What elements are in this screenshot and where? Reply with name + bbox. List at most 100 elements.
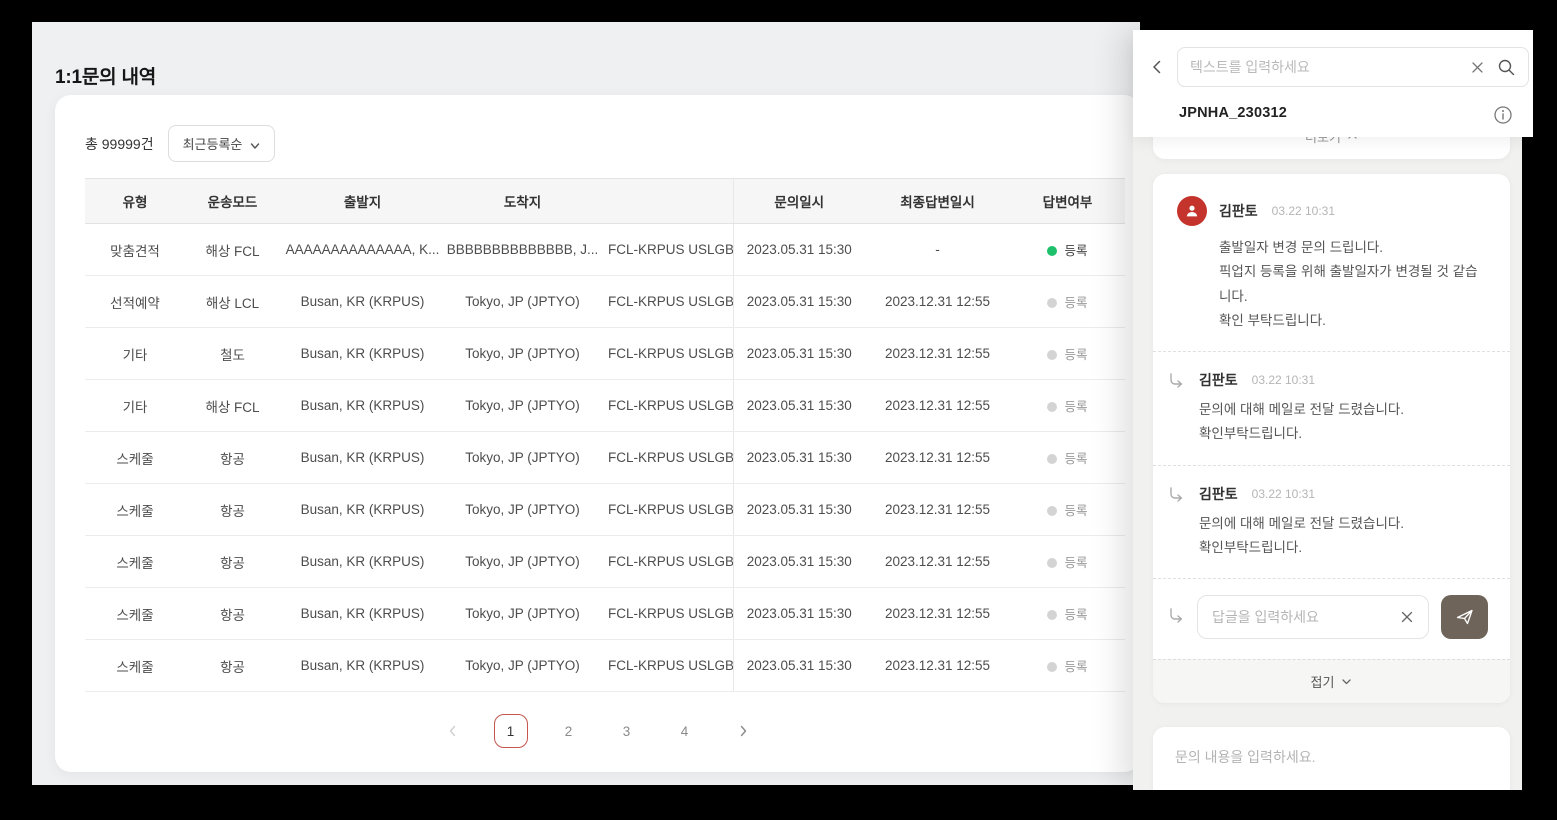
inquiry-list-card: 총 99999건 최근등록순 유형 운송모드 출발지 [55,95,1140,772]
cell-inquiry-date: 2023.05.31 15:30 [733,432,865,484]
cell-origin: Busan, KR (KRPUS) [280,328,445,380]
status-dot-icon [1047,402,1057,412]
screen: 1:1문의 내역 총 99999건 최근등록순 유형 [0,0,1557,820]
cell-inquiry-date: 2023.05.31 15:30 [733,328,865,380]
cell-inquiry-date: 2023.05.31 15:30 [733,276,865,328]
reply-line: 문의에 대해 메일로 전달 드렸습니다. [1199,512,1404,536]
question-body: 출발일자 변경 문의 드립니다. 픽업지 등록을 위해 출발일자가 변경될 것 … [1219,236,1486,333]
cell-origin: Busan, KR (KRPUS) [280,588,445,640]
cell-type: 스케줄 [85,640,185,692]
cell-reply-date: 2023.12.31 12:55 [865,640,1010,692]
pagination-page-1[interactable]: 1 [494,714,528,748]
cell-mode: 항공 [185,432,280,484]
search-icon[interactable] [1497,58,1516,77]
table-row[interactable]: 스케줄항공Busan, KR (KRPUS)Tokyo, JP (JPTYO)F… [85,484,1125,536]
show-more-button[interactable]: 더보기 [1153,137,1510,159]
cell-destination: Tokyo, JP (JPTYO) [445,536,600,588]
cell-status: 등록 [1010,484,1125,536]
back-icon[interactable] [1146,56,1168,78]
reply-clear-icon[interactable] [1400,610,1414,624]
cell-inquiry-date: 2023.05.31 15:30 [733,536,865,588]
search-clear-icon[interactable] [1470,60,1485,75]
cell-shipment: FCL-KRPUS USLGB-20 [600,328,733,380]
table-row[interactable]: 맞춤견적해상 FCLAAAAAAAAAAAAAA, K...BBBBBBBBBB… [85,224,1125,276]
reply-line: 확인부탁드립니다. [1199,422,1404,446]
reply-message: 김판토 03.22 10:31 문의에 대해 메일로 전달 드렸습니다. 확인부… [1153,352,1510,465]
search-input[interactable] [1190,59,1470,75]
status-label: 등록 [1064,348,1087,362]
table-row[interactable]: 스케줄항공Busan, KR (KRPUS)Tokyo, JP (JPTYO)F… [85,588,1125,640]
cell-shipment: FCL-KRPUS USLGB-20 [600,640,733,692]
cell-reply-date: 2023.12.31 12:55 [865,328,1010,380]
status-label: 등록 [1064,244,1087,258]
question-time: 03.22 10:31 [1272,204,1335,218]
reply-message: 김판토 03.22 10:31 문의에 대해 메일로 전달 드렸습니다. 확인부… [1153,466,1510,579]
reply-body: 문의에 대해 메일로 전달 드렸습니다. 확인부탁드립니다. [1199,512,1404,561]
cell-type: 기타 [85,328,185,380]
cell-type: 스케줄 [85,536,185,588]
cell-status: 등록 [1010,432,1125,484]
reply-author: 김판토 [1199,484,1238,504]
collapse-button[interactable]: 접기 [1153,659,1510,703]
header-inquiry-date: 문의일시 [733,179,865,224]
collapse-label: 접기 [1311,672,1335,691]
table-body: 맞춤견적해상 FCLAAAAAAAAAAAAAA, K...BBBBBBBBBB… [85,224,1125,692]
person-icon [1184,203,1200,219]
header-last-reply-date: 최종답변일시 [865,179,1010,224]
reply-line: 확인부탁드립니다. [1199,536,1404,560]
status-dot-icon [1047,246,1057,256]
cell-reply-date: - [865,224,1010,276]
question-line: 픽업지 등록을 위해 출발일자가 변경될 것 같습니다. [1219,260,1486,309]
table-row[interactable]: 스케줄항공Busan, KR (KRPUS)Tokyo, JP (JPTYO)F… [85,432,1125,484]
cell-status: 등록 [1010,328,1125,380]
cell-destination: Tokyo, JP (JPTYO) [445,276,600,328]
reply-input[interactable] [1212,609,1400,625]
sort-dropdown[interactable]: 최근등록순 [168,125,276,162]
status-label: 등록 [1064,296,1087,310]
cell-origin: Busan, KR (KRPUS) [280,432,445,484]
pagination-page-2[interactable]: 2 [552,714,586,748]
cell-status: 등록 [1010,536,1125,588]
cell-destination: Tokyo, JP (JPTYO) [445,380,600,432]
page-title: 1:1문의 내역 [55,62,156,89]
reply-content: 김판토 03.22 10:31 문의에 대해 메일로 전달 드렸습니다. 확인부… [1199,484,1404,561]
inquiry-input[interactable] [1175,747,1488,787]
pagination-next-icon[interactable] [726,714,760,748]
cell-inquiry-date: 2023.05.31 15:30 [733,224,865,276]
pagination-prev-icon[interactable] [436,714,470,748]
cell-reply-date: 2023.12.31 12:55 [865,276,1010,328]
header-origin: 출발지 [280,179,445,224]
status-label: 등록 [1064,660,1087,674]
cell-mode: 항공 [185,640,280,692]
status-dot-icon [1047,610,1057,620]
cell-type: 맞춤견적 [85,224,185,276]
status-dot-icon [1047,662,1057,672]
cell-shipment: FCL-KRPUS USLGB-20 [600,276,733,328]
cell-type: 선적예약 [85,276,185,328]
reply-author: 김판토 [1199,370,1238,390]
cell-shipment: FCL-KRPUS USLGB-20 [600,536,733,588]
paper-plane-icon [1455,607,1475,627]
pagination-page-4[interactable]: 4 [668,714,702,748]
status-label: 등록 [1064,452,1087,466]
reply-send-button[interactable] [1441,595,1488,639]
header-reply-status: 답변여부 [1010,179,1125,224]
thread-scroll-area[interactable]: 더보기 김판토 03.22 10:31 출발일자 변경 문의 드립니다. 픽업지… [1133,137,1522,790]
table-row[interactable]: 기타철도Busan, KR (KRPUS)Tokyo, JP (JPTYO)FC… [85,328,1125,380]
cell-type: 스케줄 [85,484,185,536]
list-toolbar: 총 99999건 최근등록순 [55,95,1140,178]
table-row[interactable]: 기타해상 FCLBusan, KR (KRPUS)Tokyo, JP (JPTY… [85,380,1125,432]
table-row[interactable]: 선적예약해상 LCLBusan, KR (KRPUS)Tokyo, JP (JP… [85,276,1125,328]
header-type: 유형 [85,179,185,224]
cell-mode: 항공 [185,536,280,588]
pagination: 1 2 3 4 [55,714,1140,748]
table-row[interactable]: 스케줄항공Busan, KR (KRPUS)Tokyo, JP (JPTYO)F… [85,640,1125,692]
reply-arrow-icon [1167,371,1185,447]
pagination-page-3[interactable]: 3 [610,714,644,748]
cell-destination: Tokyo, JP (JPTYO) [445,588,600,640]
status-label: 등록 [1064,504,1087,518]
cell-mode: 해상 LCL [185,276,280,328]
info-icon[interactable] [1493,105,1513,125]
table-row[interactable]: 스케줄항공Busan, KR (KRPUS)Tokyo, JP (JPTYO)F… [85,536,1125,588]
cell-mode: 철도 [185,328,280,380]
